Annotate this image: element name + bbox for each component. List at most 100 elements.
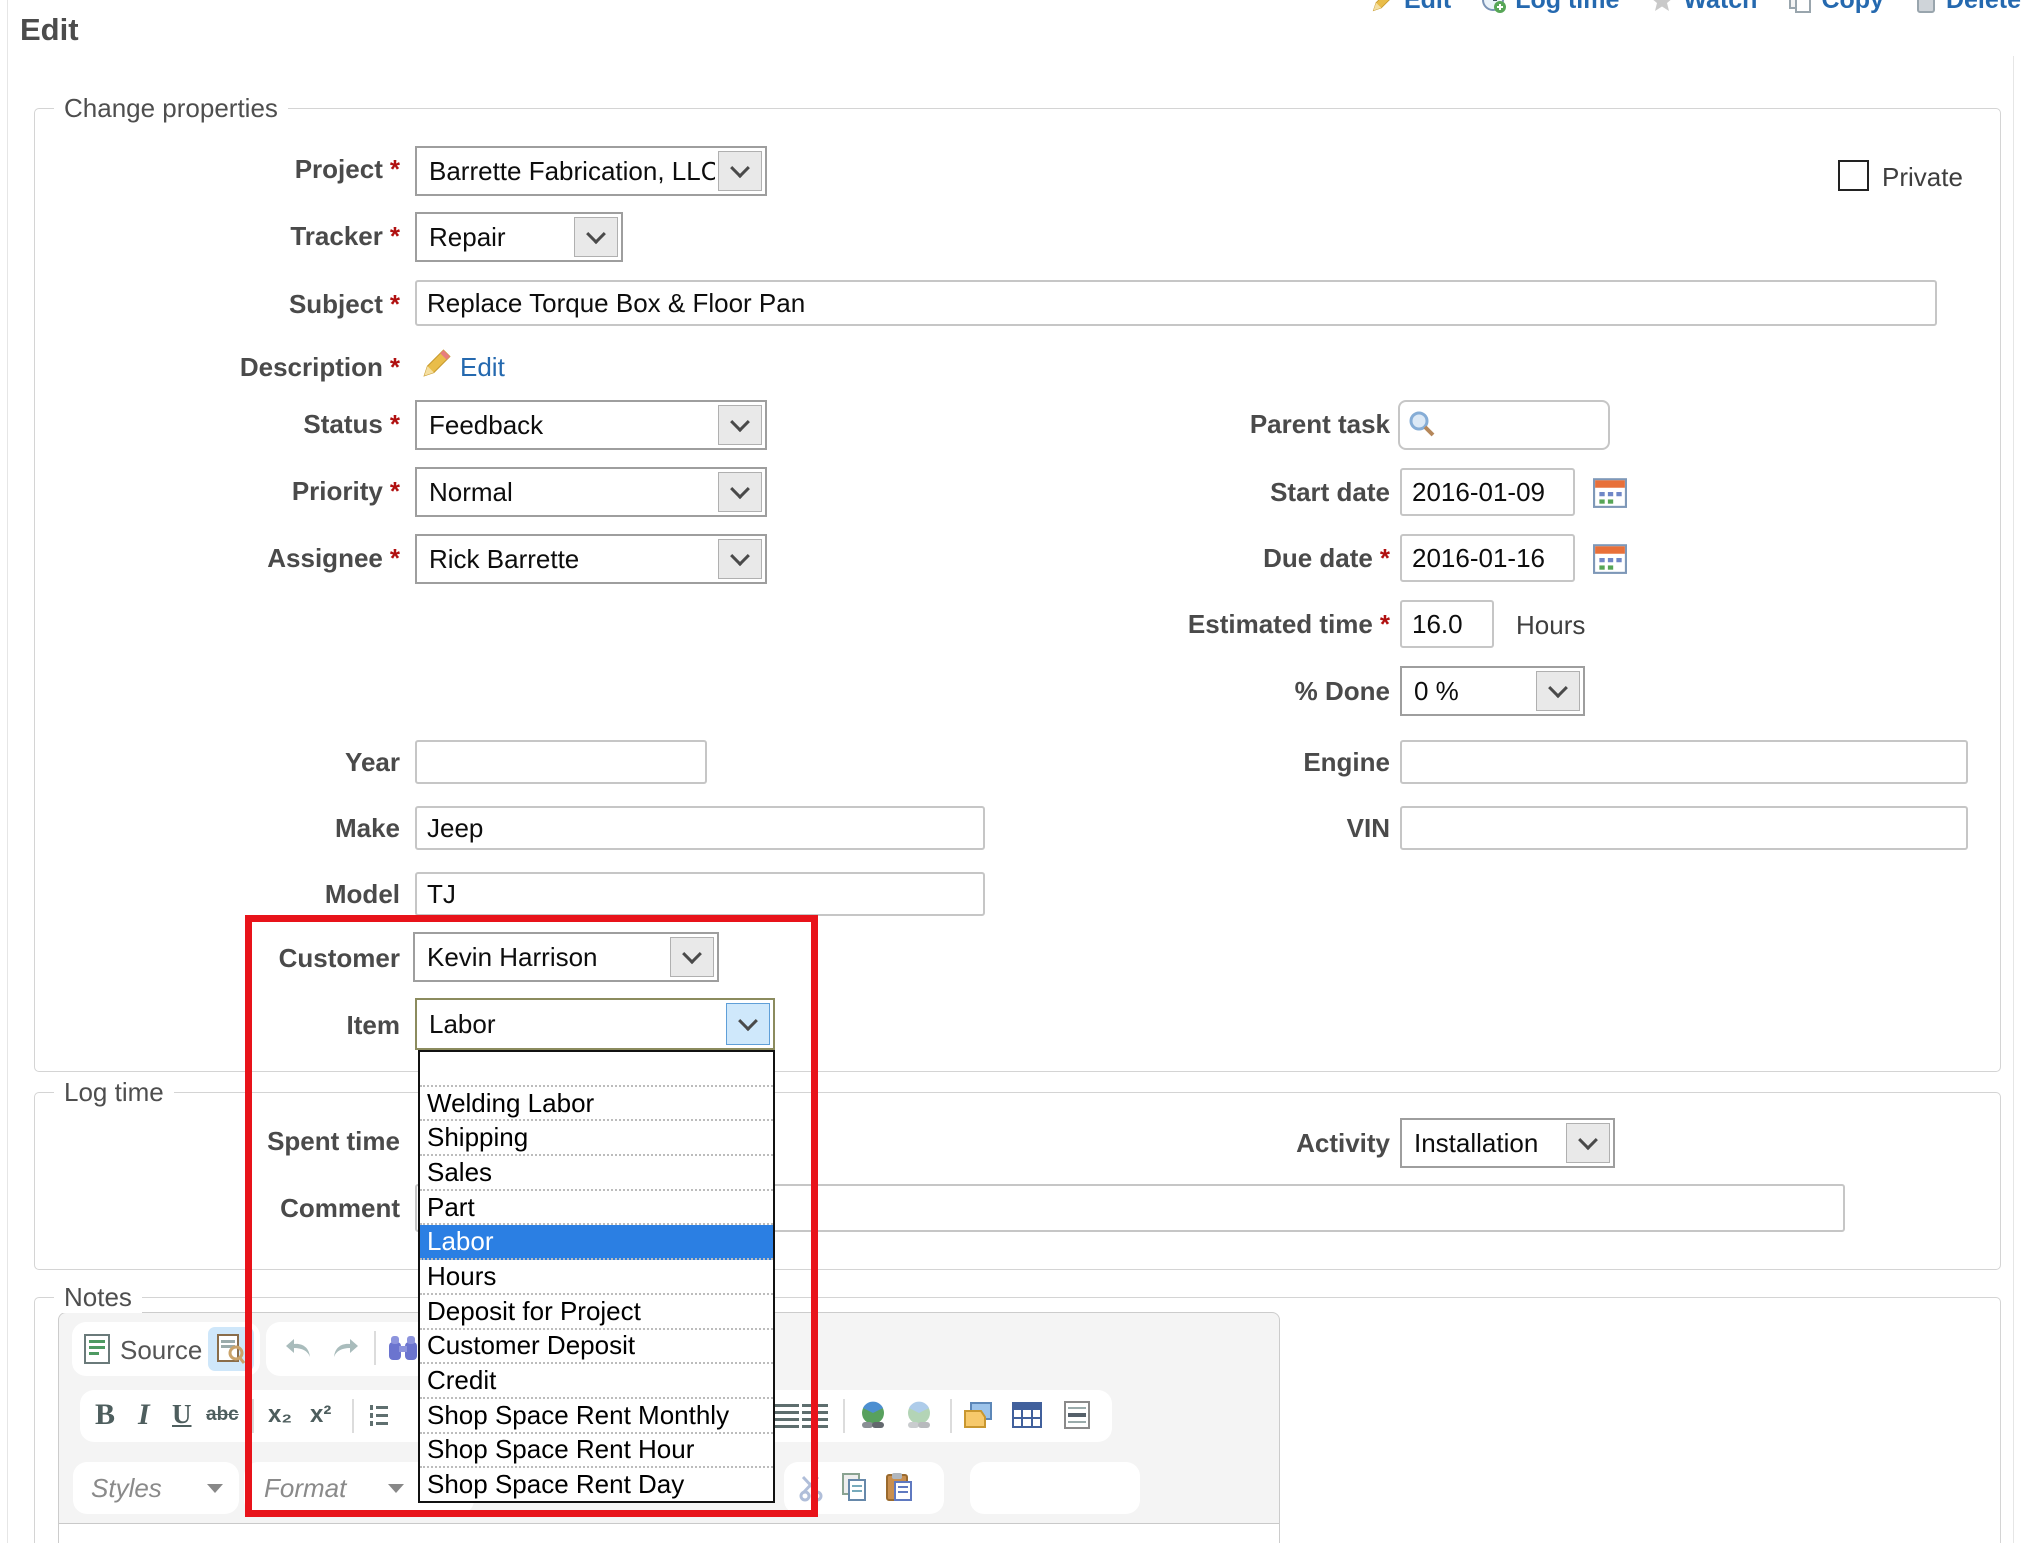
item-option[interactable]: Part — [420, 1191, 773, 1226]
item-option[interactable]: Welding Labor — [420, 1087, 773, 1122]
numbered-list-button[interactable] — [368, 1404, 390, 1428]
insert-image-button[interactable] — [963, 1401, 993, 1429]
paste-clipboard-icon — [885, 1472, 913, 1502]
justify-block-button[interactable] — [802, 1404, 828, 1428]
action-copy[interactable]: Copy — [1787, 0, 1884, 15]
start-date-input[interactable] — [1400, 468, 1575, 516]
calendar-icon[interactable] — [1593, 542, 1627, 574]
subscript-button[interactable]: x₂ — [268, 1401, 292, 1429]
percent-done-select[interactable]: 0 % — [1400, 666, 1585, 716]
preview-button[interactable] — [208, 1327, 254, 1371]
unlink-globe-icon — [904, 1400, 934, 1430]
calendar-icon[interactable] — [1593, 476, 1627, 508]
priority-select[interactable]: Normal — [415, 467, 767, 517]
item-label: Item — [20, 1010, 400, 1041]
copy-button[interactable] — [840, 1472, 868, 1502]
find-button[interactable] — [388, 1335, 418, 1361]
notes-editor-content[interactable] — [59, 1523, 1279, 1543]
insert-link-button[interactable] — [858, 1400, 888, 1430]
undo-button[interactable] — [284, 1336, 314, 1360]
chevron-down-icon — [726, 1003, 770, 1045]
priority-select-value: Normal — [417, 469, 715, 515]
item-option[interactable]: Deposit for Project — [420, 1295, 773, 1330]
item-option[interactable]: Shop Space Rent Hour — [420, 1434, 773, 1469]
activity-select[interactable]: Installation — [1400, 1118, 1615, 1168]
project-select-value: Barrette Fabrication, LLC — [417, 148, 715, 194]
notes-legend: Notes — [54, 1282, 142, 1313]
remove-link-button[interactable] — [904, 1400, 934, 1430]
underline-button[interactable]: U — [172, 1399, 192, 1430]
spent-time-label: Spent time — [20, 1126, 400, 1157]
customer-label: Customer — [20, 943, 400, 974]
item-option[interactable]: Shop Space Rent Day — [420, 1468, 773, 1501]
bold-button[interactable]: B — [95, 1398, 115, 1432]
tracker-label: Tracker* — [20, 221, 400, 252]
customer-select[interactable]: Kevin Harrison — [413, 932, 719, 982]
start-date-label: Start date — [1010, 477, 1390, 508]
project-select[interactable]: Barrette Fabrication, LLC — [415, 146, 767, 196]
chevron-down-icon — [718, 539, 762, 579]
clipboard-group — [784, 1462, 944, 1514]
styles-dropdown[interactable]: Styles — [73, 1462, 239, 1514]
item-option[interactable]: Credit — [420, 1364, 773, 1399]
parent-task-label: Parent task — [1010, 409, 1390, 440]
pencil-icon — [1370, 0, 1396, 14]
justify-left-button[interactable] — [773, 1404, 799, 1428]
numbered-list-icon — [368, 1404, 390, 1428]
assignee-label: Assignee* — [20, 543, 400, 574]
issue-edit-page: Edit Log time Watch Copy Delete Edit Cha… — [0, 0, 2039, 1543]
superscript-button[interactable]: x² — [310, 1401, 331, 1429]
item-option[interactable]: Shipping — [420, 1121, 773, 1156]
page-title: Edit — [20, 12, 79, 48]
insert-table-button[interactable] — [1012, 1402, 1042, 1428]
action-log-time[interactable]: Log time — [1481, 0, 1619, 15]
action-edit[interactable]: Edit — [1370, 0, 1451, 15]
vin-input[interactable] — [1400, 806, 1968, 850]
make-input[interactable] — [415, 806, 985, 850]
tracker-select[interactable]: Repair — [415, 212, 623, 262]
item-option[interactable]: Customer Deposit — [420, 1330, 773, 1365]
subscript-icon: x₂ — [268, 1401, 292, 1429]
redo-button[interactable] — [330, 1336, 360, 1360]
action-delete[interactable]: Delete — [1914, 0, 2021, 15]
horizontal-rule-button[interactable] — [1064, 1401, 1090, 1429]
model-input[interactable] — [415, 872, 985, 916]
change-properties-fieldset — [34, 108, 2001, 1072]
item-option-selected[interactable]: Labor — [420, 1225, 773, 1260]
description-edit-link[interactable]: Edit — [460, 352, 505, 383]
due-date-input[interactable] — [1400, 534, 1575, 582]
item-option[interactable]: Sales — [420, 1156, 773, 1191]
year-label: Year — [20, 747, 400, 778]
subject-input[interactable] — [415, 280, 1937, 326]
item-option[interactable]: Shop Space Rent Monthly — [420, 1399, 773, 1434]
status-select[interactable]: Feedback — [415, 400, 767, 450]
private-checkbox[interactable] — [1838, 160, 1869, 191]
item-option[interactable] — [420, 1052, 773, 1087]
item-dropdown-list: Welding Labor Shipping Sales Part Labor … — [418, 1050, 775, 1503]
year-input[interactable] — [415, 740, 707, 784]
source-button[interactable]: Source — [120, 1335, 202, 1366]
engine-input[interactable] — [1400, 740, 1968, 784]
image-icon — [963, 1401, 993, 1429]
vin-label: VIN — [1010, 813, 1390, 844]
percent-done-label: % Done — [1010, 676, 1390, 707]
chevron-down-icon — [574, 217, 618, 257]
assignee-select[interactable]: Rick Barrette — [415, 534, 767, 584]
paste-button[interactable] — [885, 1472, 913, 1502]
action-watch-label: Watch — [1683, 0, 1757, 15]
comment-label: Comment — [20, 1193, 400, 1224]
action-watch[interactable]: Watch — [1649, 0, 1757, 15]
item-option[interactable]: Hours — [420, 1260, 773, 1295]
superscript-icon: x² — [310, 1401, 331, 1429]
due-date-label: Due date* — [1010, 543, 1390, 574]
strikethrough-icon: abc — [206, 1404, 239, 1426]
strikethrough-button[interactable]: abc — [206, 1404, 239, 1426]
italic-button[interactable]: I — [138, 1398, 150, 1432]
estimated-time-input[interactable] — [1400, 600, 1494, 648]
cut-button[interactable] — [798, 1474, 826, 1502]
justify-left-icon — [773, 1404, 799, 1428]
engine-label: Engine — [1010, 747, 1390, 778]
description-label: Description* — [20, 352, 400, 383]
item-select[interactable]: Labor — [415, 998, 775, 1050]
log-time-legend: Log time — [54, 1077, 174, 1108]
